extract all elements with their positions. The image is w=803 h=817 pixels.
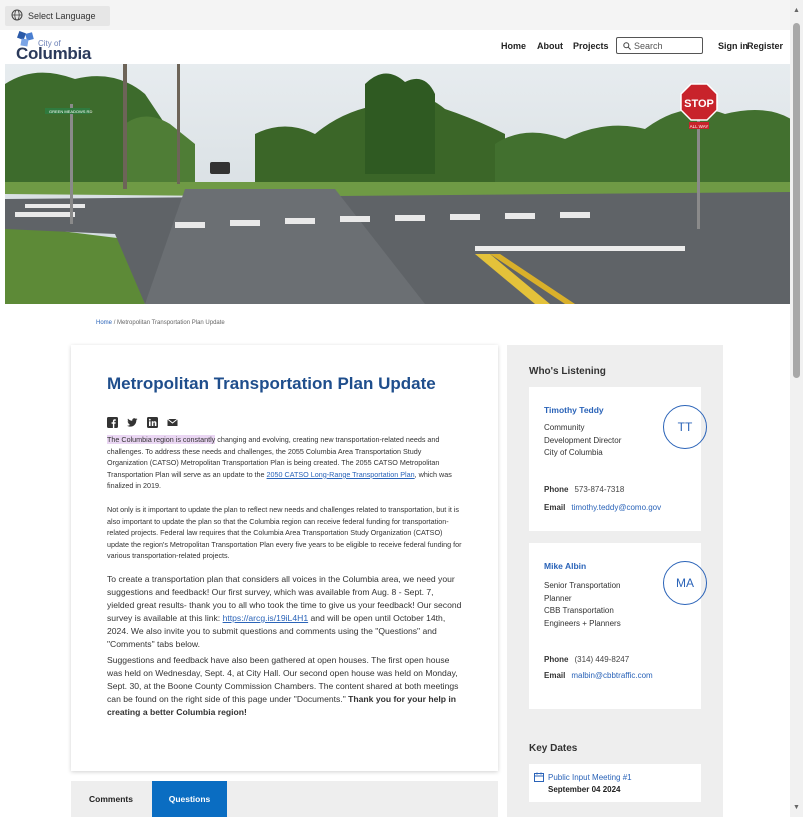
stop-sign-text: STOP (684, 98, 714, 110)
tab-questions[interactable]: Questions (152, 781, 227, 817)
lrtp-link[interactable]: 2050 CATSO Long-Range Transportation Pla… (267, 470, 415, 479)
contact-role: Community Development Director City of C… (544, 423, 622, 457)
register-link[interactable]: Register (747, 41, 783, 51)
contact-card-timothy: Timothy Teddy Community Development Dire… (529, 387, 707, 531)
nav-projects[interactable]: Projects (573, 41, 609, 51)
survey-paragraph: To create a transportation plan that con… (107, 574, 462, 649)
search-input[interactable]: Search (616, 37, 703, 54)
contact-phone: Phone 573-874-7318 (544, 485, 625, 494)
linkedin-icon[interactable] (147, 415, 158, 428)
breadcrumb: Home / Metropolitan Transportation Plan … (96, 320, 225, 326)
breadcrumb-separator: / (113, 320, 116, 326)
email-link[interactable]: malbin@cbbtraffic.com (571, 671, 652, 680)
contact-name: Timothy Teddy (544, 405, 604, 415)
contact-name: Mike Albin (544, 561, 587, 571)
avatar: TT (663, 405, 707, 449)
funding-paragraph: Not only is it important to update the p… (107, 505, 462, 561)
project-description-card: Metropolitan Transportation Plan Update … (71, 345, 498, 771)
key-date-date: September 04 2024 (548, 785, 621, 794)
top-bar: Select Language (0, 0, 790, 30)
nav-about[interactable]: About (537, 41, 563, 51)
breadcrumb-home[interactable]: Home (96, 320, 112, 326)
nav-home[interactable]: Home (501, 41, 526, 51)
scroll-up-icon[interactable]: ▲ (793, 7, 800, 14)
share-icons (107, 415, 178, 428)
key-date-event[interactable]: Public Input Meeting #1 (548, 773, 632, 782)
page-scrollbar[interactable]: ▲ ▼ (790, 0, 803, 817)
page-title: Metropolitan Transportation Plan Update (107, 374, 436, 393)
language-label: Select Language (28, 11, 96, 21)
facebook-icon[interactable] (107, 415, 118, 428)
logo-name-text: Columbia (16, 44, 92, 63)
open-house-paragraph: Suggestions and feedback have also been … (107, 655, 459, 717)
globe-icon (11, 9, 23, 23)
contact-card-mike: Mike Albin Senior Transportation Planner… (529, 543, 707, 709)
contact-email: Email malbin@cbbtraffic.com (544, 671, 653, 680)
street-sign-text: GREEN MEADOWS RD (49, 109, 92, 114)
intro-paragraph: The Columbia region is constantly changi… (107, 435, 452, 491)
city-logo[interactable]: City of Columbia (14, 30, 94, 64)
feedback-tabs: Comments Questions (71, 781, 498, 817)
twitter-icon[interactable] (127, 415, 138, 427)
language-selector[interactable]: Select Language (5, 6, 110, 26)
survey-link[interactable]: https://arcg.is/19iL4H1 (223, 613, 309, 623)
email-icon[interactable] (167, 415, 178, 426)
contact-role: Senior Transportation Planner CBB Transp… (544, 581, 621, 628)
whos-listening-heading: Who's Listening (529, 366, 606, 377)
key-dates-heading: Key Dates (529, 743, 578, 754)
search-icon (623, 41, 631, 50)
sidebar: Who's Listening Timothy Teddy Community … (507, 345, 723, 817)
calendar-icon (534, 772, 544, 782)
all-way-text: ALL WAY (690, 124, 709, 129)
scrollbar-thumb[interactable] (793, 23, 800, 378)
hero-image: STOP ALL WAY GREEN MEADOWS RD (5, 64, 791, 304)
key-date-item[interactable]: Public Input Meeting #1 September 04 202… (529, 764, 701, 802)
contact-phone: Phone (314) 449-8247 (544, 655, 630, 664)
contact-email: Email timothy.teddy@como.gov (544, 503, 662, 512)
sign-in-link[interactable]: Sign in (718, 41, 748, 51)
search-placeholder: Search (634, 40, 663, 51)
highlighted-text: The Columbia region is constantly (107, 435, 216, 444)
avatar: MA (663, 561, 707, 605)
breadcrumb-current: Metropolitan Transportation Plan Update (117, 320, 225, 326)
email-link[interactable]: timothy.teddy@como.gov (571, 503, 661, 512)
tab-comments[interactable]: Comments (71, 781, 151, 817)
scroll-down-icon[interactable]: ▼ (793, 804, 800, 811)
